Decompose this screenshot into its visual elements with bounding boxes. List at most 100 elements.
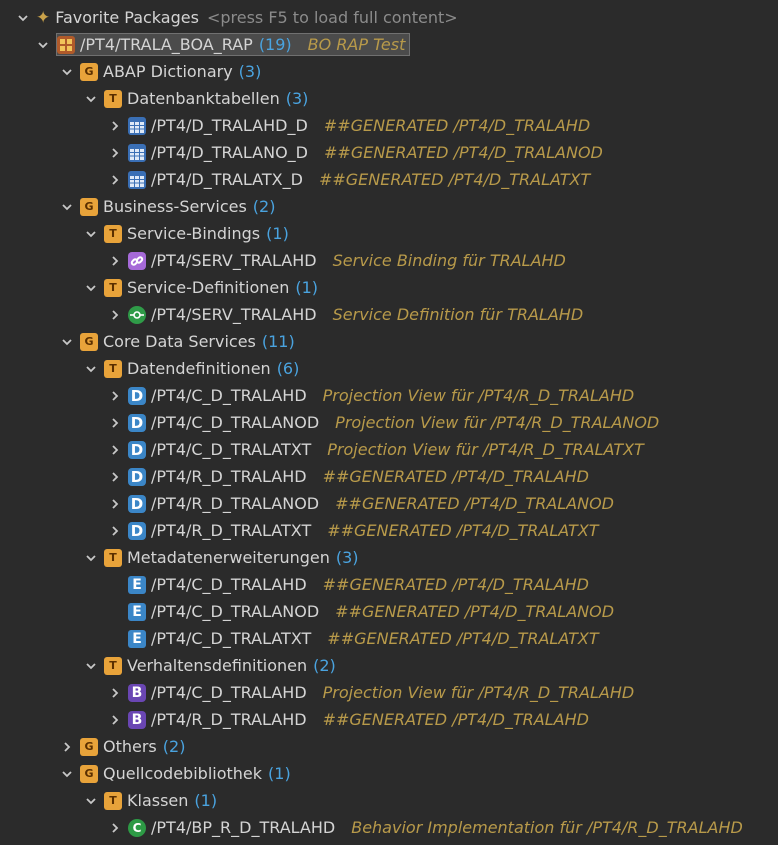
- load-hint: <press F5 to load full content>: [206, 8, 458, 27]
- tree-item-sd1[interactable]: /PT4/SERV_TRALAHD Service Definition für …: [0, 301, 778, 328]
- type-icon: T: [104, 89, 127, 108]
- item-count: (19): [258, 35, 292, 54]
- selected-item-highlight[interactable]: /PT4/TRALA_BOA_RAP (19) BO RAP Test: [56, 33, 411, 56]
- metadata-extension-icon: E: [128, 629, 151, 648]
- tree-item-e1[interactable]: E/PT4/C_D_TRALAHD ##GENERATED /PT4/D_TRAL…: [0, 571, 778, 598]
- tree-item-sb[interactable]: T Service-Bindings (1): [0, 220, 778, 247]
- tree-item-d2[interactable]: D/PT4/C_D_TRALANOD Projection View für /P…: [0, 409, 778, 436]
- chevron-right-icon[interactable]: [108, 254, 122, 268]
- tree-item-label: Favorite Packages: [55, 8, 199, 27]
- chevron-right-icon[interactable]: [108, 497, 122, 511]
- tree-item-b1[interactable]: B/PT4/C_D_TRALAHD Projection View für /PT…: [0, 679, 778, 706]
- item-description: Projection View für /PT4/R_D_TRALAHD: [322, 386, 635, 405]
- chevron-right-icon[interactable]: [108, 308, 122, 322]
- group-icon: G: [80, 62, 103, 81]
- chevron-down-icon[interactable]: [84, 92, 98, 106]
- chevron-down-icon[interactable]: [84, 794, 98, 808]
- chevron-down-icon[interactable]: [16, 11, 30, 25]
- tree-item-t3[interactable]: /PT4/D_TRALATX_D ##GENERATED /PT4/D_TRALA…: [0, 166, 778, 193]
- tree-item-label: Klassen: [127, 791, 189, 810]
- tree-item-sb1[interactable]: /PT4/SERV_TRALAHD Service Binding für TRA…: [0, 247, 778, 274]
- tree-item-d4[interactable]: D/PT4/R_D_TRALAHD ##GENERATED /PT4/D_TRAL…: [0, 463, 778, 490]
- tree-item-label: /PT4/C_D_TRALATXT: [151, 629, 312, 648]
- item-count: (3): [285, 89, 309, 108]
- package-icon: [57, 35, 80, 54]
- chevron-right-icon[interactable]: [108, 416, 122, 430]
- tree-item-e2[interactable]: E/PT4/C_D_TRALANOD ##GENERATED /PT4/D_TRA…: [0, 598, 778, 625]
- tree-item-dict[interactable]: G ABAP Dictionary (3): [0, 58, 778, 85]
- chevron-right-icon[interactable]: [108, 524, 122, 538]
- tree-item-pkg[interactable]: /PT4/TRALA_BOA_RAP (19) BO RAP Test: [0, 31, 778, 58]
- chevron-right-icon[interactable]: [108, 119, 122, 133]
- tree-item-d3[interactable]: D/PT4/C_D_TRALATXT Projection View für /P…: [0, 436, 778, 463]
- tree-item-c1[interactable]: C/PT4/BP_R_D_TRALAHD Behavior Implementat…: [0, 814, 778, 841]
- item-count: (3): [238, 62, 262, 81]
- table-icon: [128, 143, 151, 162]
- data-definition-icon: D: [128, 521, 151, 540]
- tree-item-label: Verhaltensdefinitionen: [127, 656, 308, 675]
- tree-item-t1[interactable]: /PT4/D_TRALAHD_D ##GENERATED /PT4/D_TRALA…: [0, 112, 778, 139]
- table-icon: [128, 170, 151, 189]
- metadata-extension-icon: E: [128, 602, 151, 621]
- chevron-down-icon[interactable]: [84, 362, 98, 376]
- item-description: Service Binding für TRALAHD: [332, 251, 566, 270]
- item-description: Projection View für /PT4/R_D_TRALATXT: [327, 440, 644, 459]
- chevron-down-icon[interactable]: [84, 281, 98, 295]
- tree-item-label: ABAP Dictionary: [103, 62, 233, 81]
- tree-item-b2[interactable]: B/PT4/R_D_TRALAHD ##GENERATED /PT4/D_TRAL…: [0, 706, 778, 733]
- chevron-down-icon[interactable]: [60, 200, 74, 214]
- item-description: ##GENERATED /PT4/D_TRALATXT: [327, 521, 599, 540]
- item-description: ##GENERATED /PT4/D_TRALATXT: [318, 170, 591, 189]
- item-description: Projection View für /PT4/R_D_TRALAHD: [322, 683, 635, 702]
- chevron-down-icon[interactable]: [60, 335, 74, 349]
- tree-item-dbt[interactable]: T Datenbanktabellen (3): [0, 85, 778, 112]
- tree-item-d1[interactable]: D/PT4/C_D_TRALAHD Projection View für /PT…: [0, 382, 778, 409]
- chevron-down-icon[interactable]: [60, 767, 74, 781]
- type-icon: T: [104, 278, 127, 297]
- chevron-down-icon[interactable]: [84, 227, 98, 241]
- tree-item-label: /PT4/SERV_TRALAHD: [151, 305, 317, 324]
- metadata-extension-icon: E: [128, 575, 151, 594]
- tree-item-qb[interactable]: G Quellcodebibliothek (1): [0, 760, 778, 787]
- tree-item-oth[interactable]: G Others (2): [0, 733, 778, 760]
- item-count: (1): [194, 791, 218, 810]
- chevron-down-icon[interactable]: [84, 659, 98, 673]
- tree-item-me[interactable]: T Metadatenerweiterungen (3): [0, 544, 778, 571]
- tree-item-label: /PT4/TRALA_BOA_RAP: [80, 35, 253, 54]
- item-count: (1): [268, 764, 291, 783]
- chevron-right-icon[interactable]: [108, 389, 122, 403]
- chevron-right-icon[interactable]: [108, 821, 122, 835]
- item-count: (2): [162, 737, 186, 756]
- chevron-right-icon[interactable]: [108, 713, 122, 727]
- item-description: ##GENERATED /PT4/D_TRALATXT: [327, 629, 599, 648]
- item-count: (2): [252, 197, 276, 216]
- chevron-right-icon[interactable]: [108, 686, 122, 700]
- tree-item-t2[interactable]: /PT4/D_TRALANO_D ##GENERATED /PT4/D_TRALA…: [0, 139, 778, 166]
- tree-item-d6[interactable]: D/PT4/R_D_TRALATXT ##GENERATED /PT4/D_TRA…: [0, 517, 778, 544]
- tree-item-kl[interactable]: T Klassen (1): [0, 787, 778, 814]
- tree-item-bs[interactable]: G Business-Services (2): [0, 193, 778, 220]
- item-count: (2): [313, 656, 336, 675]
- item-count: (1): [266, 224, 289, 243]
- tree-item-label: Others: [103, 737, 157, 756]
- tree-item-sd[interactable]: T Service-Definitionen (1): [0, 274, 778, 301]
- chevron-right-icon[interactable]: [60, 740, 74, 754]
- chevron-down-icon[interactable]: [60, 65, 74, 79]
- chevron-right-icon[interactable]: [108, 173, 122, 187]
- chevron-right-icon[interactable]: [108, 146, 122, 160]
- data-definition-icon: D: [128, 494, 151, 513]
- type-icon: T: [104, 548, 127, 567]
- item-description: ##GENERATED /PT4/D_TRALAHD: [322, 710, 589, 729]
- tree-item-e3[interactable]: E/PT4/C_D_TRALATXT ##GENERATED /PT4/D_TRA…: [0, 625, 778, 652]
- chevron-right-icon[interactable]: [108, 470, 122, 484]
- tree-item-fav[interactable]: ✦ Favorite Packages <press F5 to load full…: [0, 4, 778, 31]
- tree-item-d5[interactable]: D/PT4/R_D_TRALANOD ##GENERATED /PT4/D_TRA…: [0, 490, 778, 517]
- tree-item-vd[interactable]: T Verhaltensdefinitionen (2): [0, 652, 778, 679]
- chevron-right-icon[interactable]: [108, 443, 122, 457]
- chevron-down-icon[interactable]: [36, 38, 50, 52]
- tree-item-dd[interactable]: T Datendefinitionen (6): [0, 355, 778, 382]
- class-icon: C: [128, 818, 151, 837]
- tree-item-cds[interactable]: G Core Data Services (11): [0, 328, 778, 355]
- tree-item-label: /PT4/R_D_TRALAHD: [151, 710, 307, 729]
- chevron-down-icon[interactable]: [84, 551, 98, 565]
